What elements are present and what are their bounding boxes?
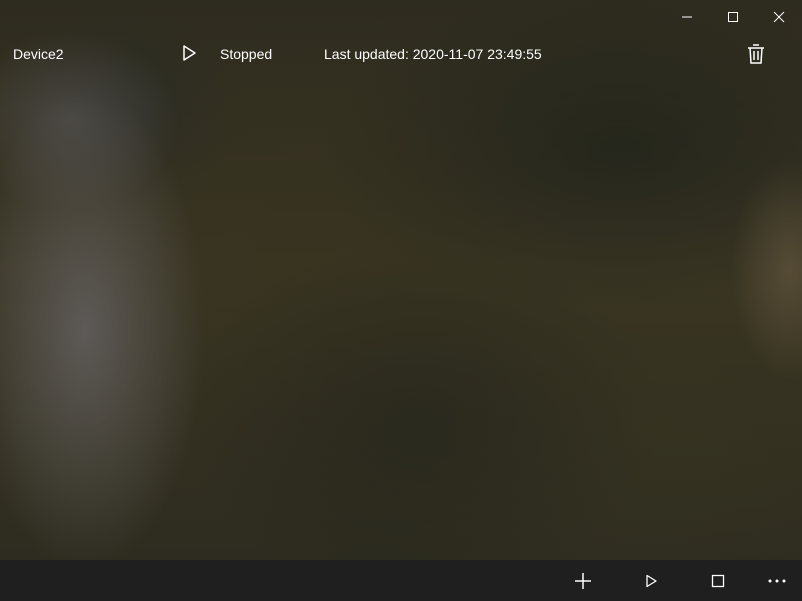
stop-icon xyxy=(711,574,725,587)
device-name: Device2 xyxy=(13,46,64,62)
last-updated-text: Last updated: 2020-11-07 23:49:55 xyxy=(324,46,542,62)
minimize-button[interactable] xyxy=(664,0,710,34)
close-icon xyxy=(773,11,785,23)
trash-icon xyxy=(748,44,764,64)
play-button[interactable] xyxy=(180,44,198,62)
start-button[interactable] xyxy=(631,560,671,601)
close-button[interactable] xyxy=(756,0,802,34)
stop-button[interactable] xyxy=(698,560,738,601)
more-icon xyxy=(768,579,786,582)
add-button[interactable] xyxy=(563,560,603,601)
play-icon xyxy=(646,574,657,587)
maximize-icon xyxy=(728,12,738,22)
maximize-button[interactable] xyxy=(710,0,756,34)
delete-button[interactable] xyxy=(744,42,768,66)
plus-icon xyxy=(575,572,591,589)
app-window: Device2 Stopped Last updated: 2020-11-07… xyxy=(0,0,802,601)
play-icon xyxy=(183,45,196,61)
command-bar xyxy=(0,560,802,601)
device-header: Device2 Stopped Last updated: 2020-11-07… xyxy=(0,40,802,68)
window-caption-buttons xyxy=(664,0,802,34)
minimize-icon xyxy=(682,16,692,18)
more-button[interactable] xyxy=(757,560,797,601)
status-text: Stopped xyxy=(220,46,273,62)
